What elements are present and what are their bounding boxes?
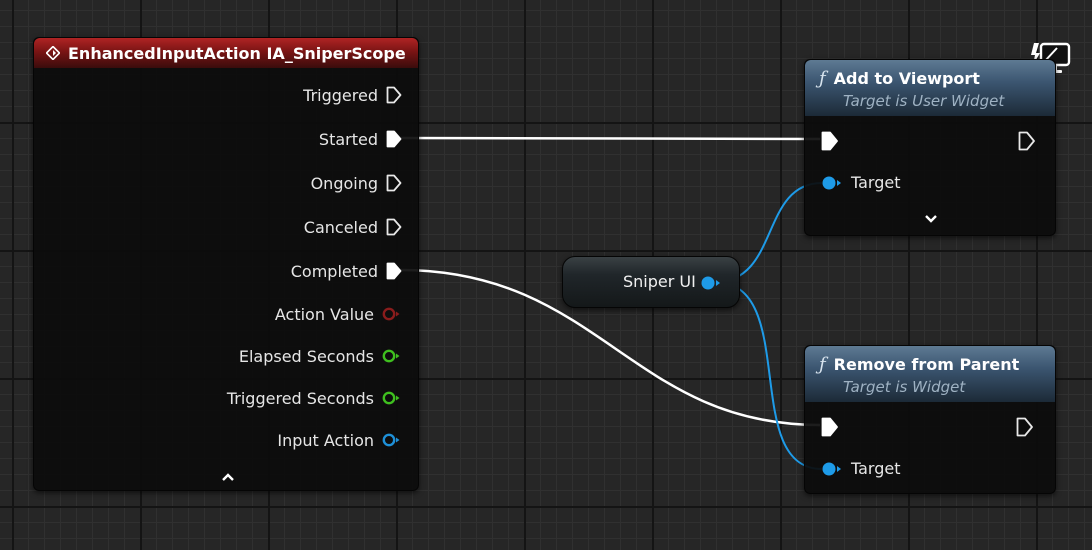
pin-input-action[interactable]: Input Action <box>277 428 402 452</box>
function-icon: ƒ <box>819 68 826 89</box>
exec-pin-icon[interactable] <box>386 86 402 104</box>
remove-from-parent-header[interactable]: ƒ Remove from Parent Target is Widget <box>805 346 1055 402</box>
pin-elapsed-seconds[interactable]: Elapsed Seconds <box>239 344 402 368</box>
data-pin-icon[interactable] <box>382 433 402 447</box>
pin-ongoing[interactable]: Ongoing <box>311 171 402 195</box>
add-to-viewport-target-pin[interactable]: Target <box>821 173 901 192</box>
exec-in-pin-icon[interactable] <box>821 131 839 151</box>
pin-label: Input Action <box>277 430 374 450</box>
pin-completed[interactable]: Completed <box>291 259 402 283</box>
exec-pin-icon[interactable] <box>386 130 402 148</box>
add-to-viewport-subtitle: Target is User Widget <box>843 92 1005 110</box>
exec-in-pin-icon[interactable] <box>821 417 839 437</box>
target-label: Target <box>851 173 901 192</box>
data-pin-icon[interactable] <box>382 391 402 405</box>
enhanced-input-action-node[interactable]: EnhancedInputAction IA_SniperScope Trigg… <box>33 37 419 491</box>
wire-started-to-add-to-viewport[interactable] <box>399 136 821 141</box>
object-pin-icon[interactable] <box>700 275 722 291</box>
exec-out-pin-icon[interactable] <box>1016 417 1034 437</box>
object-pin-icon[interactable] <box>821 461 843 477</box>
event-diamond-icon <box>46 46 60 60</box>
function-icon: ƒ <box>819 354 826 375</box>
pin-label: Started <box>318 129 378 149</box>
pin-triggered-seconds[interactable]: Triggered Seconds <box>227 386 402 410</box>
pin-label: Action Value <box>274 304 374 324</box>
pin-action-value[interactable]: Action Value <box>275 302 402 326</box>
data-pin-icon[interactable] <box>382 349 402 363</box>
add-to-viewport-header[interactable]: ƒ Add to Viewport Target is User Widget <box>805 60 1055 116</box>
add-to-viewport-node[interactable]: ƒ Add to Viewport Target is User Widget … <box>804 59 1056 236</box>
pin-label: Elapsed Seconds <box>238 346 374 366</box>
pin-label: Canceled <box>303 217 378 237</box>
chevron-down-icon[interactable] <box>921 212 941 226</box>
pin-triggered[interactable]: Triggered <box>303 83 402 107</box>
target-label: Target <box>851 459 901 478</box>
remove-from-parent-target-pin[interactable]: Target <box>821 459 901 478</box>
remove-from-parent-node[interactable]: ƒ Remove from Parent Target is Widget Ta… <box>804 345 1056 494</box>
chevron-up-icon[interactable] <box>218 470 238 484</box>
pin-canceled[interactable]: Canceled <box>304 215 402 239</box>
sniper-ui-label: Sniper UI <box>623 272 696 291</box>
data-pin-icon[interactable] <box>382 307 402 321</box>
event-node-title: EnhancedInputAction IA_SniperScope <box>68 43 406 63</box>
pin-label: Ongoing <box>310 173 378 193</box>
exec-pin-icon[interactable] <box>386 262 402 280</box>
remove-from-parent-subtitle: Target is Widget <box>843 378 966 396</box>
exec-pin-icon[interactable] <box>386 218 402 236</box>
pin-started[interactable]: Started <box>319 127 402 151</box>
sniper-ui-variable-node[interactable]: Sniper UI <box>562 256 740 308</box>
pin-label: Triggered Seconds <box>226 388 374 408</box>
pin-label: Completed <box>290 261 378 281</box>
exec-pin-icon[interactable] <box>386 174 402 192</box>
event-node-header[interactable]: EnhancedInputAction IA_SniperScope <box>34 38 418 68</box>
remove-from-parent-title: Remove from Parent <box>833 355 1020 374</box>
exec-out-pin-icon[interactable] <box>1018 131 1036 151</box>
pin-label: Triggered <box>303 85 378 105</box>
object-pin-icon[interactable] <box>821 175 843 191</box>
add-to-viewport-title: Add to Viewport <box>833 69 980 88</box>
